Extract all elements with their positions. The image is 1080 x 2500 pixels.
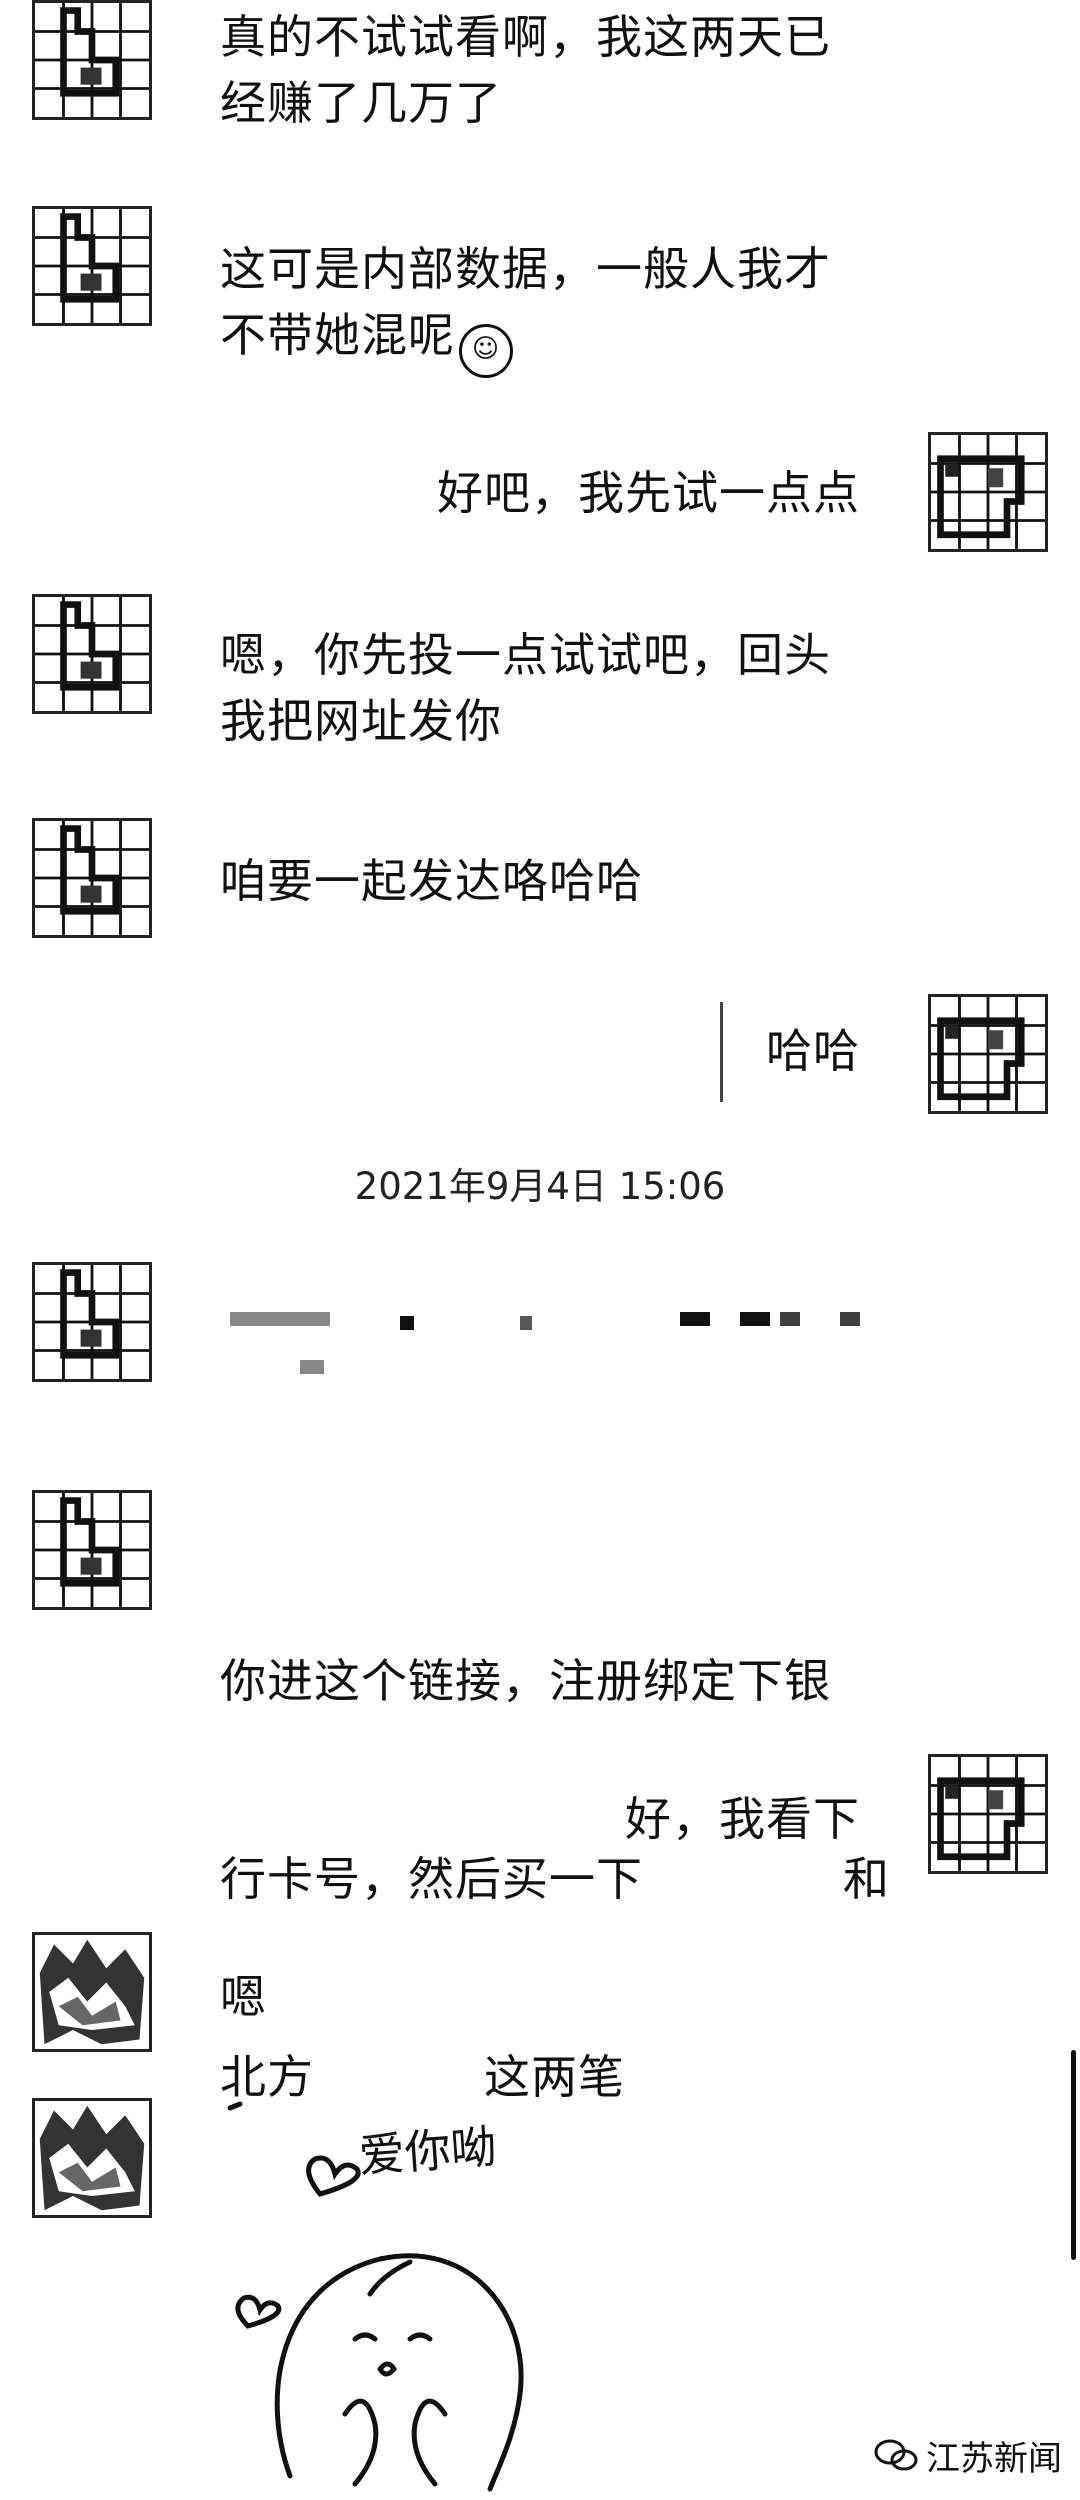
message-text: 咱要一起发达咯哈哈 [220,854,643,908]
maze-avatar-icon [35,1265,149,1379]
maze-avatar-icon [35,3,149,117]
sticker-drawing: 爱你呦 [227,2101,524,2492]
contact-avatar-rock[interactable] [32,2098,152,2218]
sticker-caption: 爱你呦 [357,2119,498,2182]
my-avatar[interactable] [928,1754,1048,1874]
message-text: 嗯，你先投一点试试吧，回头 我把网址发你 [220,628,831,748]
message-line: 你进这个链接，注册绑定下银 [220,1654,831,1708]
rock-avatar-icon [35,2101,149,2215]
watermark-text: 江苏新闻 [926,2439,1062,2479]
message-line-part: 行卡号，然后买一下 [220,1852,643,1906]
message-text-body: 这可是内部数据，一般人我才 不带她混呢 [220,242,831,362]
message-text: 好吧，我先试一点点 [437,466,860,520]
love-you-sticker[interactable]: 爱你呦 [220,2094,580,2496]
maze-avatar-icon [931,997,1045,1111]
maze-avatar-icon [35,1493,149,1607]
my-avatar[interactable] [928,994,1048,1114]
message-text: 好，我看下 [625,1792,860,1846]
maze-avatar-icon [931,1757,1045,1871]
emoji-smirk-icon: ☺ [459,324,513,378]
rock-avatar-icon [35,1935,149,2049]
contact-avatar[interactable] [32,594,152,714]
message-text: 嗯 [220,1970,267,2024]
contact-avatar[interactable] [32,1262,152,1382]
maze-avatar-icon [35,821,149,935]
message-text: 这可是内部数据，一般人我才 不带她混呢 ☺ [220,236,980,378]
maze-avatar-icon [35,209,149,323]
message-line: 行卡号，然后买一下 和 [220,1846,1000,1912]
maze-avatar-icon [35,597,149,711]
my-avatar[interactable] [928,432,1048,552]
contact-avatar-rock[interactable] [32,1932,152,2052]
scrollbar[interactable] [1071,2050,1076,2260]
contact-avatar[interactable] [32,206,152,326]
wechat-logo-icon [874,2439,918,2470]
watermark: 江苏新闻 [874,2431,1062,2480]
redacted-message [220,1300,860,1390]
message-line-part: 和 [843,1852,890,1906]
message-text: 真的不试试看啊，我这两天已 经赚了几万了 [220,10,831,130]
chat-timestamp: 2021年9月4日 15:06 [354,1165,726,1208]
contact-avatar[interactable] [32,818,152,938]
contact-avatar[interactable] [32,1490,152,1610]
message-text: 哈哈 [766,1024,860,1078]
contact-avatar[interactable] [32,0,152,120]
maze-avatar-icon [931,435,1045,549]
